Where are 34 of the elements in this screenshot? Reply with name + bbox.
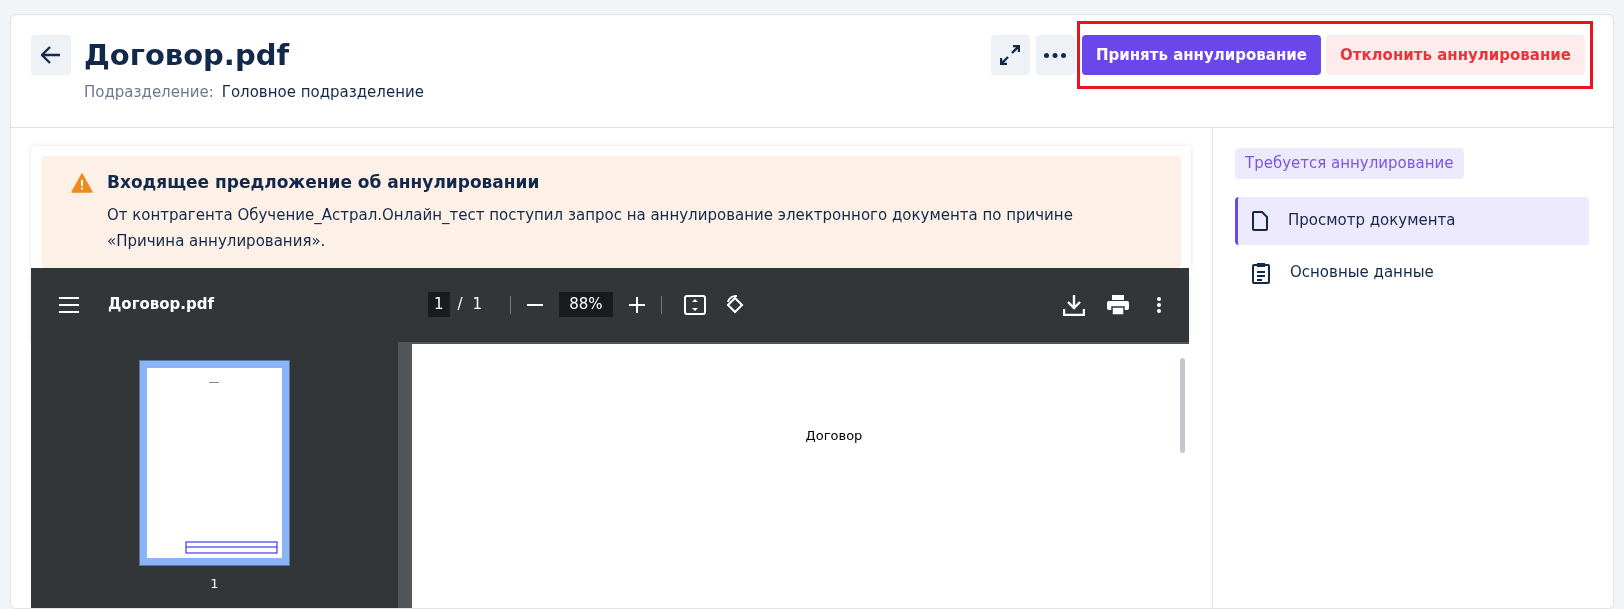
alert-message: От контрагента Обучение_Астрал.Онлайн_тест поступил запрос на аннулирование электронного документа по причине «Причина аннулирования». bbox=[107, 204, 1074, 252]
warning-icon bbox=[71, 173, 93, 193]
reject-button[interactable]: Отклонить аннулирование bbox=[1325, 35, 1585, 75]
alert-title: Входящее предложение об аннулировании bbox=[107, 171, 541, 194]
accept-button[interactable]: Принять аннулирование bbox=[1081, 35, 1321, 75]
page-text: Договор bbox=[805, 426, 863, 444]
zoom-field[interactable]: 88% bbox=[559, 292, 613, 317]
zoom-in-icon[interactable] bbox=[628, 296, 645, 313]
more-button[interactable] bbox=[1035, 35, 1075, 75]
more-icon bbox=[1044, 52, 1067, 58]
sidebar-item[interactable]: Основные данные bbox=[1235, 248, 1589, 297]
status-badge: Требуется аннулирование bbox=[1235, 148, 1464, 179]
menu-icon[interactable] bbox=[59, 296, 79, 313]
subdivision-value: Головное подразделение bbox=[221, 82, 424, 103]
page-separator: / bbox=[457, 294, 463, 316]
zoom-out-icon[interactable] bbox=[527, 303, 544, 306]
print-icon[interactable] bbox=[1107, 294, 1129, 315]
thumbnail-page-number: 1 bbox=[210, 574, 219, 593]
back-arrow-icon bbox=[41, 46, 61, 64]
fit-page-icon[interactable] bbox=[683, 294, 706, 315]
document-title: Договор.pdf bbox=[84, 37, 291, 74]
pdf-file-name: Договор.pdf bbox=[108, 294, 216, 316]
page-total: 1 bbox=[472, 294, 483, 316]
clipboard-icon bbox=[1252, 261, 1270, 284]
back-button[interactable] bbox=[31, 35, 71, 75]
download-icon[interactable] bbox=[1063, 293, 1085, 316]
expand-button[interactable] bbox=[990, 35, 1030, 75]
document-icon bbox=[1252, 210, 1268, 231]
expand-icon bbox=[1000, 45, 1021, 65]
more-vertical-icon[interactable] bbox=[1157, 296, 1161, 313]
page-number-field[interactable]: 1 bbox=[428, 292, 450, 317]
page-thumbnail[interactable] bbox=[139, 359, 290, 566]
sidebar-item[interactable]: Просмотр документа bbox=[1235, 196, 1589, 245]
subdivision-label: Подразделение: bbox=[84, 82, 214, 103]
